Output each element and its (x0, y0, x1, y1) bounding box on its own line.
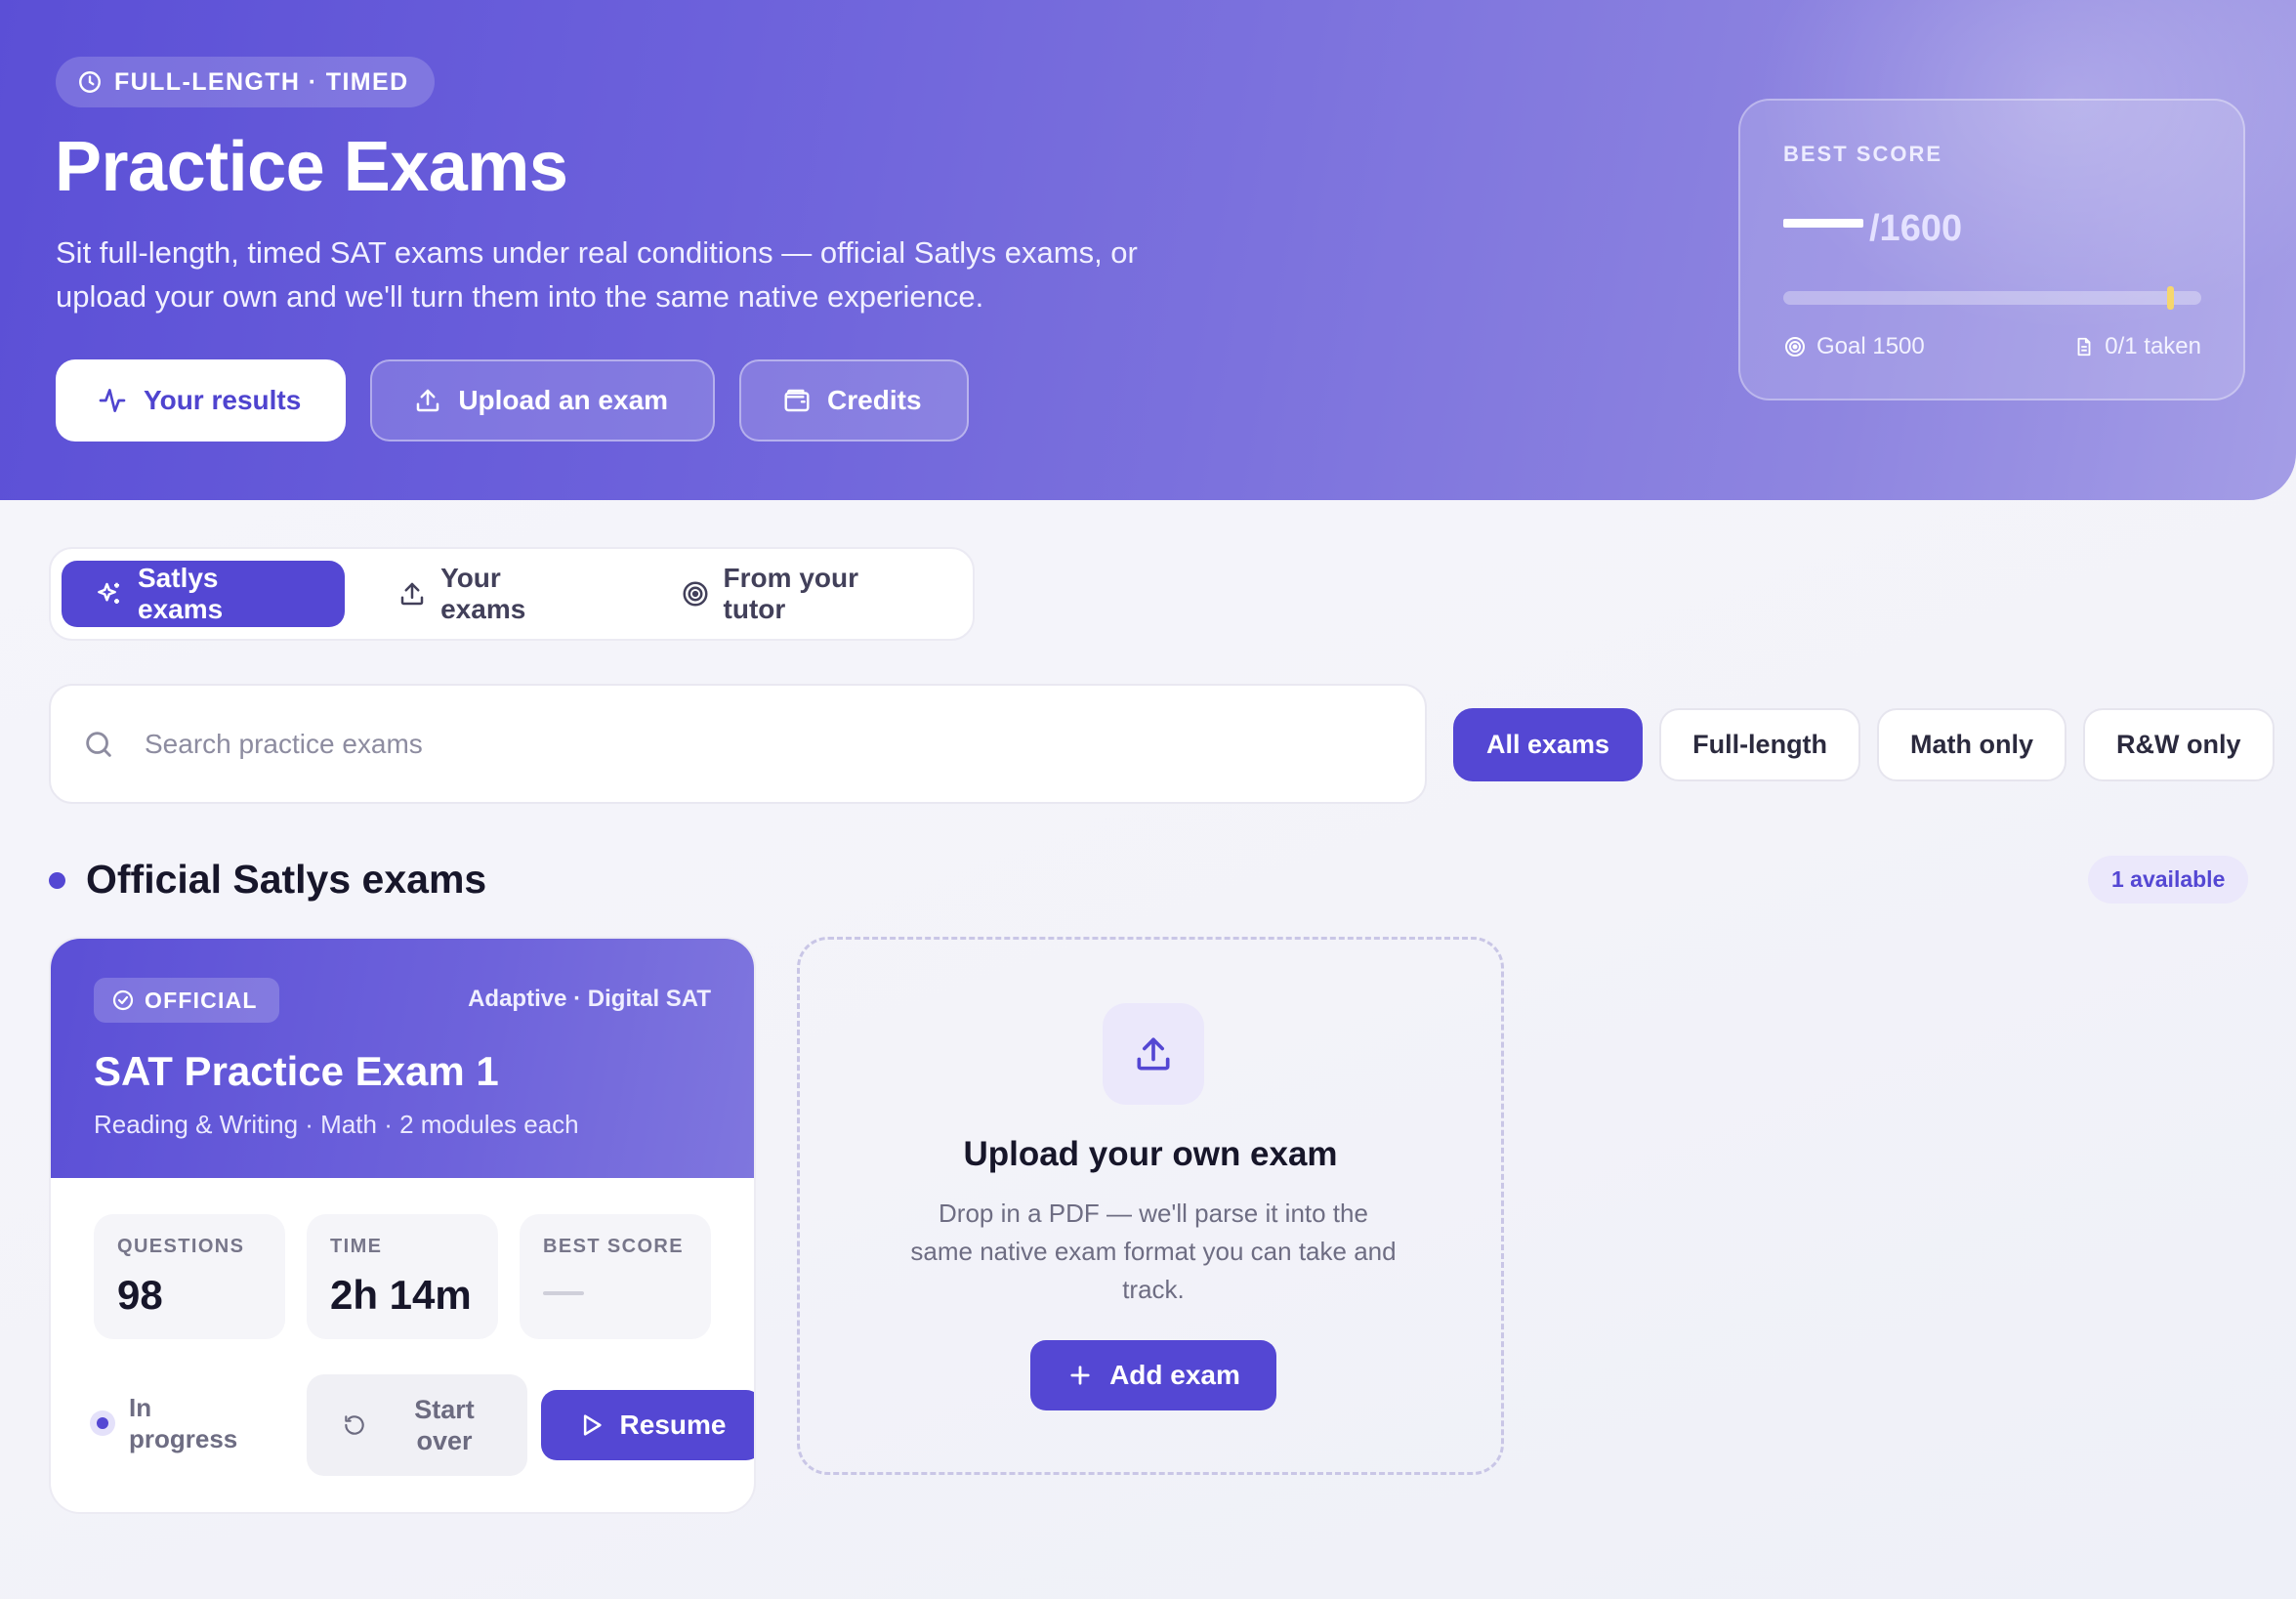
exam-filters: All exams Full-length Math only R&W only (1453, 708, 2275, 781)
tab-your-exams-label: Your exams (440, 563, 526, 624)
section-title: Official Satlys exams (86, 857, 487, 902)
score-progress-track (1783, 286, 2201, 310)
filter-all-exams[interactable]: All exams (1453, 708, 1644, 781)
upload-icon (413, 386, 442, 415)
tab-from-your-tutor[interactable]: From your tutor (646, 561, 962, 627)
stat-questions: QUESTIONS 98 (94, 1214, 285, 1339)
stat-time: TIME 2h 14m (307, 1214, 498, 1339)
best-score-footer: Goal 1500 0/1 taken (1783, 333, 2201, 360)
start-over-label: Start over (414, 1395, 475, 1455)
taken-text: 0/1 taken (2105, 333, 2201, 359)
stat-time-value: 2h 14m (330, 1272, 472, 1318)
hero-banner: FULL-LENGTH · TIMED Practice Exams Sit f… (0, 0, 2296, 500)
hero-eyebrow-badge: FULL-LENGTH · TIMED (56, 57, 435, 107)
filter-rw-only[interactable]: R&W only (2083, 708, 2275, 781)
tab-your-exams[interactable]: Your exams (362, 561, 627, 627)
search-input[interactable] (145, 728, 1316, 760)
stat-best-score-label: BEST SCORE (543, 1236, 685, 1257)
check-circle-icon (111, 989, 135, 1012)
status-dot-icon (90, 1410, 115, 1436)
best-score-max: /1600 (1869, 208, 1963, 249)
official-badge-label: OFFICIAL (145, 987, 258, 1013)
activity-icon (97, 385, 128, 416)
exam-card: OFFICIAL Adaptive · Digital SAT SAT Prac… (49, 937, 756, 1514)
your-results-label: Your results (144, 385, 302, 415)
upload-icon (397, 579, 427, 609)
credits-label: Credits (827, 385, 922, 415)
upload-exam-card[interactable]: Upload your own exam Drop in a PDF — we'… (797, 937, 1504, 1475)
stat-best-score: BEST SCORE (520, 1214, 711, 1339)
upload-card-title: Upload your own exam (963, 1135, 1338, 1173)
filter-full-length[interactable]: Full-length (1659, 708, 1861, 781)
available-count-badge: 1 available (2088, 856, 2249, 904)
exam-source-tabs: Satlys exams Your exams From your tutor (49, 547, 975, 641)
exam-stats: QUESTIONS 98 TIME 2h 14m BEST SCORE (94, 1214, 711, 1339)
upload-exam-label: Upload an exam (458, 385, 669, 415)
section-bullet (49, 872, 65, 889)
exam-card-footer: In progress Start over Resume (90, 1374, 754, 1476)
page-title: Practice Exams (55, 128, 568, 206)
your-results-button[interactable]: Your results (56, 359, 347, 442)
target-icon (1783, 335, 1807, 358)
best-score-empty-value (1783, 219, 1863, 228)
add-exam-label: Add exam (1109, 1360, 1240, 1390)
wallet-icon (782, 386, 812, 415)
upload-icon (1103, 1003, 1204, 1105)
resume-button[interactable]: Resume (541, 1390, 754, 1460)
stat-best-score-empty (543, 1291, 584, 1295)
upload-card-description: Drop in a PDF — we'll parse it into the … (910, 1199, 1397, 1304)
plus-icon (1066, 1362, 1094, 1389)
taken-indicator: 0/1 taken (2073, 333, 2201, 360)
stat-questions-value: 98 (117, 1272, 163, 1318)
search-bar (49, 684, 1427, 804)
resume-label: Resume (619, 1410, 727, 1440)
filter-math-only[interactable]: Math only (1877, 708, 2067, 781)
best-score-label: BEST SCORE (1783, 142, 1943, 166)
credits-button[interactable]: Credits (739, 359, 969, 442)
search-icon (82, 728, 115, 761)
page-subtitle: Sit full-length, timed SAT exams under r… (56, 235, 1138, 314)
tab-satlys-label: Satlys exams (138, 563, 224, 624)
hero-eyebrow-text: FULL-LENGTH · TIMED (114, 67, 409, 96)
exam-status: In progress (90, 1392, 246, 1454)
target-icon (681, 579, 710, 609)
play-icon (577, 1411, 605, 1439)
clock-icon (77, 69, 103, 95)
goal-text: Goal 1500 (1816, 333, 1925, 359)
stat-time-label: TIME (330, 1236, 383, 1257)
rotate-ccw-icon (342, 1412, 367, 1438)
exam-title: SAT Practice Exam 1 (94, 1048, 499, 1094)
upload-exam-button[interactable]: Upload an exam (370, 359, 716, 442)
best-score-card: BEST SCORE /1600 Goal 1500 0/1 taken (1738, 99, 2245, 400)
sparkles-icon (95, 579, 124, 609)
tab-tutor-label: From your tutor (723, 563, 859, 624)
exam-subtitle: Reading & Writing · Math · 2 modules eac… (94, 1110, 579, 1139)
hero-actions: Your results Upload an exam Credits (56, 359, 969, 442)
exam-card-header: OFFICIAL Adaptive · Digital SAT SAT Prac… (51, 939, 754, 1178)
official-badge: OFFICIAL (94, 978, 279, 1023)
add-exam-button[interactable]: Add exam (1030, 1340, 1276, 1410)
goal-indicator: Goal 1500 (1783, 333, 1925, 360)
start-over-button[interactable]: Start over (307, 1374, 527, 1476)
exam-format-tag: Adaptive · Digital SAT (468, 986, 711, 1012)
stat-questions-label: QUESTIONS (117, 1236, 245, 1257)
goal-marker (2166, 286, 2174, 310)
exam-status-text: In progress (129, 1393, 238, 1453)
document-icon (2073, 336, 2095, 358)
tab-satlys-exams[interactable]: Satlys exams (62, 561, 346, 627)
